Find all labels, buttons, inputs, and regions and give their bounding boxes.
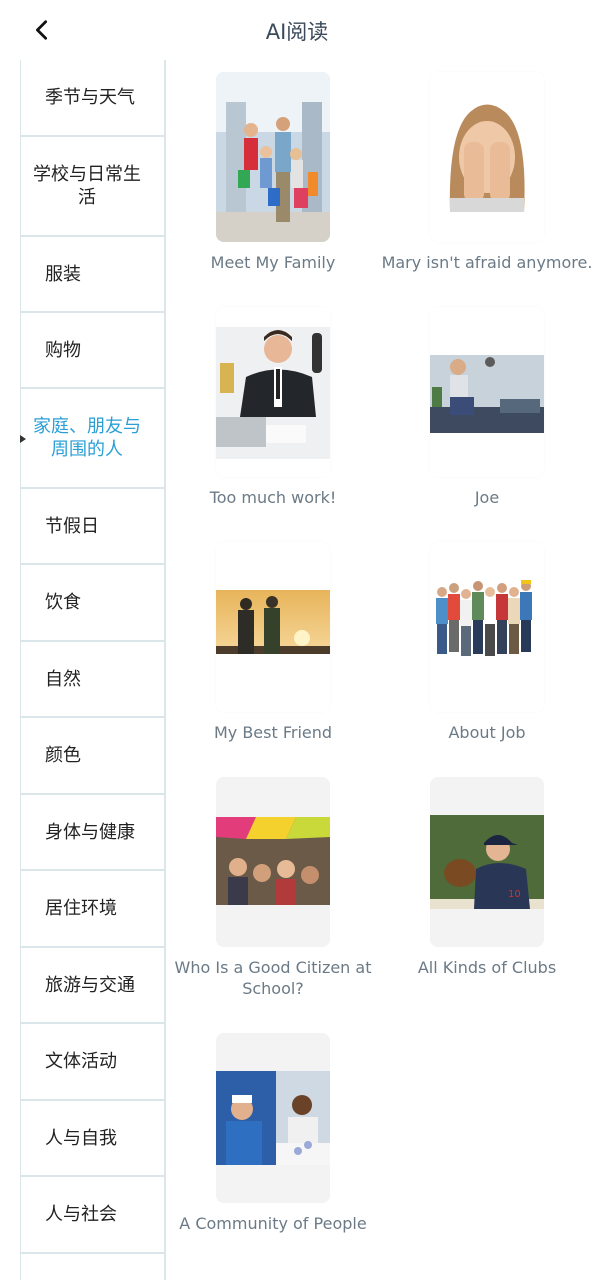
book-card-meet-my-family[interactable]: Meet My Family: [166, 72, 380, 292]
sidebar-item-culture-sports[interactable]: 文体活动: [21, 1024, 165, 1101]
sidebar-item-label: 学校与日常生活: [33, 164, 141, 208]
sidebar-item-label: 家庭、朋友与周围的人: [33, 416, 141, 460]
sidebar-item-label: 购物: [45, 339, 81, 361]
book-title: Who Is a Good Citizen at School?: [174, 958, 372, 998]
sidebar-item-label: 身体与健康: [45, 821, 135, 843]
category-sidebar: 季节与天气 学校与日常生活 服装 购物 家庭、朋友与周围的人 节假日 饮食 自然…: [20, 60, 166, 1280]
book-card-good-citizen[interactable]: Who Is a Good Citizen at School?: [166, 777, 380, 1017]
sidebar-item-label: 节假日: [45, 515, 99, 537]
sidebar-item-label: 旅游与交通: [45, 974, 135, 996]
header-bar: AI阅读: [0, 0, 594, 60]
sidebar-item-people-self[interactable]: 人与自我: [21, 1101, 165, 1177]
baseball-boy-image: 10: [430, 777, 544, 947]
book-card-mary-not-afraid[interactable]: Mary isn't afraid anymore.: [380, 72, 594, 292]
sidebar-item-clothing[interactable]: 服装: [21, 237, 165, 313]
book-card-about-job[interactable]: About Job: [380, 542, 594, 762]
book-cover: [430, 307, 544, 477]
book-title: Too much work!: [209, 488, 337, 507]
angry-businessman-image: [216, 307, 330, 477]
active-indicator-icon: [20, 435, 26, 443]
sidebar-item-people-society[interactable]: 人与社会: [21, 1177, 165, 1254]
sidebar-item-seasons-weather[interactable]: 季节与天气: [21, 60, 165, 137]
svg-text:10: 10: [508, 889, 521, 900]
group-of-workers-image: [430, 542, 544, 712]
sidebar-item-label: 饮食: [45, 592, 81, 613]
friends-sunset-image: [216, 542, 330, 712]
book-title: Mary isn't afraid anymore.: [381, 253, 593, 272]
man-on-bed-image: [430, 307, 544, 477]
sidebar-item-label: 人与自我: [45, 1127, 117, 1149]
book-cover: [430, 542, 544, 712]
sidebar-item-label: 文体活动: [45, 1051, 117, 1072]
covered-face-image: [430, 72, 544, 242]
sidebar-item-colors[interactable]: 颜色: [21, 718, 165, 795]
sidebar-item-body-health[interactable]: 身体与健康: [21, 795, 165, 871]
book-title: My Best Friend: [213, 723, 333, 742]
sidebar-item-label: 居住环境: [45, 898, 117, 919]
book-title: About Job: [448, 723, 526, 742]
sidebar-item-family-friends[interactable]: 家庭、朋友与周围的人: [20, 389, 165, 489]
book-card-all-kinds-of-clubs[interactable]: 10 All Kinds of Clubs: [380, 777, 594, 997]
sidebar-item-label: 自然: [45, 668, 81, 690]
sidebar-item-holidays[interactable]: 节假日: [21, 489, 165, 565]
sidebar-item-shopping[interactable]: 购物: [21, 313, 165, 389]
book-title: A Community of People: [179, 1214, 367, 1233]
book-card-community-of-people[interactable]: A Community of People: [166, 1033, 380, 1253]
book-cover: [216, 72, 330, 242]
sidebar-item-school-life[interactable]: 学校与日常生活: [21, 137, 165, 237]
book-title: All Kinds of Clubs: [417, 958, 557, 977]
book-card-my-best-friend[interactable]: My Best Friend: [166, 542, 380, 762]
sidebar-item-label: 服装: [45, 263, 81, 285]
book-cover: [216, 777, 330, 947]
book-title: Joe: [474, 488, 500, 507]
sidebar-item-label: 颜色: [45, 745, 81, 766]
page-title: AI阅读: [265, 20, 329, 44]
book-cover: [430, 72, 544, 242]
sidebar-item-label: 季节与天气: [45, 87, 135, 108]
sidebar-item-diet[interactable]: 饮食: [21, 565, 165, 642]
book-cover: [216, 1033, 330, 1203]
book-card-joe[interactable]: Joe: [380, 307, 594, 527]
book-cover: [216, 307, 330, 477]
family-shopping-image: [216, 72, 330, 242]
book-card-too-much-work[interactable]: Too much work!: [166, 307, 380, 527]
sidebar-item-living-environment[interactable]: 居住环境: [21, 871, 165, 948]
parachute-kids-image: [216, 777, 330, 947]
book-cover: [216, 542, 330, 712]
sidebar-item-nature[interactable]: 自然: [21, 642, 165, 718]
book-title: Meet My Family: [210, 253, 336, 272]
hospital-visit-image: [216, 1033, 330, 1203]
sidebar-item-label: 人与社会: [45, 1204, 117, 1225]
sidebar-item-travel-transport[interactable]: 旅游与交通: [21, 948, 165, 1024]
book-cover: 10: [430, 777, 544, 947]
